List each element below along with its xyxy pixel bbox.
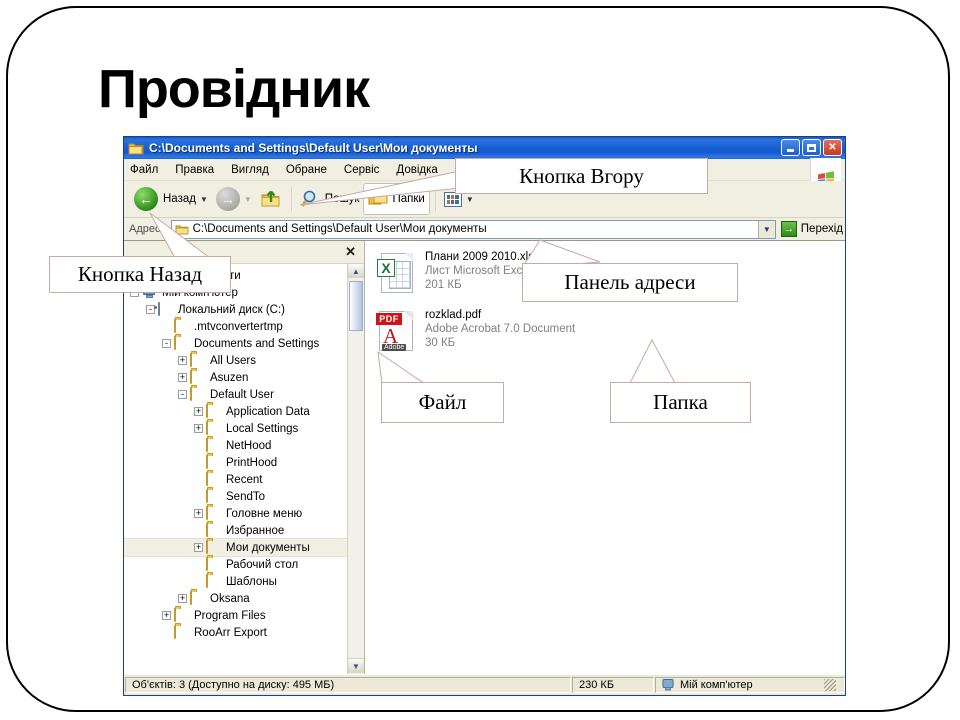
callout-up-button: Кнопка Вгору (455, 158, 708, 194)
callout-folder-text: Папка (653, 390, 708, 414)
callout-up-button-text: Кнопка Вгору (519, 163, 644, 188)
callout-back-button: Кнопка Назад (49, 256, 231, 293)
callout-leader-lines (149, 171, 676, 385)
callout-file: Файл (381, 382, 504, 423)
callout-file-text: Файл (418, 390, 467, 414)
callout-back-button-text: Кнопка Назад (77, 262, 203, 286)
callout-address-panel: Панель адреси (522, 263, 738, 302)
callout-folder: Папка (610, 382, 751, 423)
callout-address-panel-text: Панель адреси (564, 270, 696, 294)
